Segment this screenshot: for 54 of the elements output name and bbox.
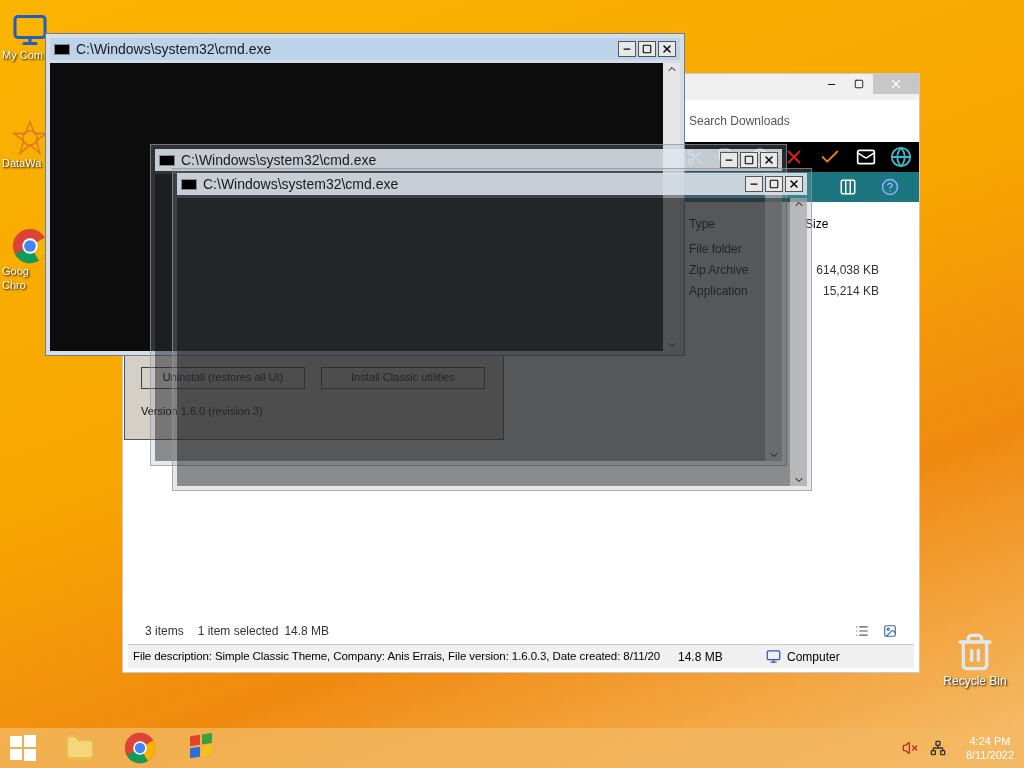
close-icon	[889, 77, 903, 91]
item-count: 3 items	[145, 623, 184, 640]
start-button[interactable]	[10, 735, 36, 761]
table-cell-text: 614,038 KB	[815, 261, 879, 279]
close-icon	[788, 178, 800, 190]
console-icon	[181, 178, 197, 190]
desktop-icon-label[interactable]: Goog	[2, 264, 29, 278]
clock[interactable]: 4:24 PM 8/11/2022	[965, 734, 1014, 762]
minimize-button[interactable]	[745, 176, 763, 192]
computer-icon	[766, 649, 781, 664]
close-button[interactable]	[785, 176, 803, 192]
browser-icon	[12, 228, 48, 264]
location-label: Computer	[787, 648, 840, 666]
table-cell-text: 15,214 KB	[821, 282, 879, 300]
close-icon	[763, 154, 775, 166]
maximize-icon	[769, 179, 779, 189]
browser-icon[interactable]	[124, 732, 156, 764]
scrollbar[interactable]	[790, 198, 807, 486]
tiles-view-icon[interactable]	[883, 624, 897, 638]
star-logo-icon	[12, 120, 48, 156]
details-view-icon[interactable]	[855, 624, 869, 638]
close-icon	[661, 43, 673, 55]
desktop-icon-label[interactable]: Chro	[2, 278, 26, 292]
close-button[interactable]	[658, 41, 676, 57]
console-icon	[54, 43, 70, 55]
window-title: C:\Windows\system32\cmd.exe	[203, 174, 399, 194]
network-icon[interactable]	[929, 740, 946, 756]
file-size: 14.8 MB	[678, 648, 724, 666]
selection-size: 14.8 MB	[284, 623, 330, 640]
maximize-icon	[744, 155, 754, 165]
file-description: File description: Simple Classic Theme, Company: Anis Errais, File version: 1.6.0.3, Date created: 8/11/20	[132, 648, 662, 664]
maximize-button[interactable]	[638, 41, 656, 57]
envelope-icon[interactable]	[855, 147, 876, 167]
help-icon[interactable]	[881, 178, 899, 196]
desktop-icon-label[interactable]: DataWa	[2, 156, 42, 170]
close-button[interactable]	[760, 152, 778, 168]
pane-icon[interactable]	[839, 178, 857, 196]
maximize-icon	[642, 44, 652, 54]
computer-icon	[12, 12, 48, 48]
maximize-button[interactable]	[740, 152, 758, 168]
column-header[interactable]: Size	[801, 215, 829, 233]
desktop-icon-label[interactable]: Recycle Bin	[943, 672, 1007, 690]
maximize-icon	[854, 79, 864, 89]
maximize-button[interactable]	[765, 176, 783, 192]
search-field[interactable]: Search Downloads	[689, 112, 809, 130]
window-title: C:\Windows\system32\cmd.exe	[76, 39, 272, 59]
minimize-button[interactable]	[618, 41, 636, 57]
console-icon	[159, 154, 175, 166]
selection-info: 1 item selected	[197, 623, 279, 640]
minimize-button[interactable]	[720, 152, 738, 168]
globe-icon[interactable]	[889, 146, 912, 168]
window-title: C:\Windows\system32\cmd.exe	[181, 150, 377, 170]
desktop-icon-label[interactable]: My Com	[2, 48, 43, 62]
speaker-muted-icon[interactable]	[901, 740, 918, 756]
